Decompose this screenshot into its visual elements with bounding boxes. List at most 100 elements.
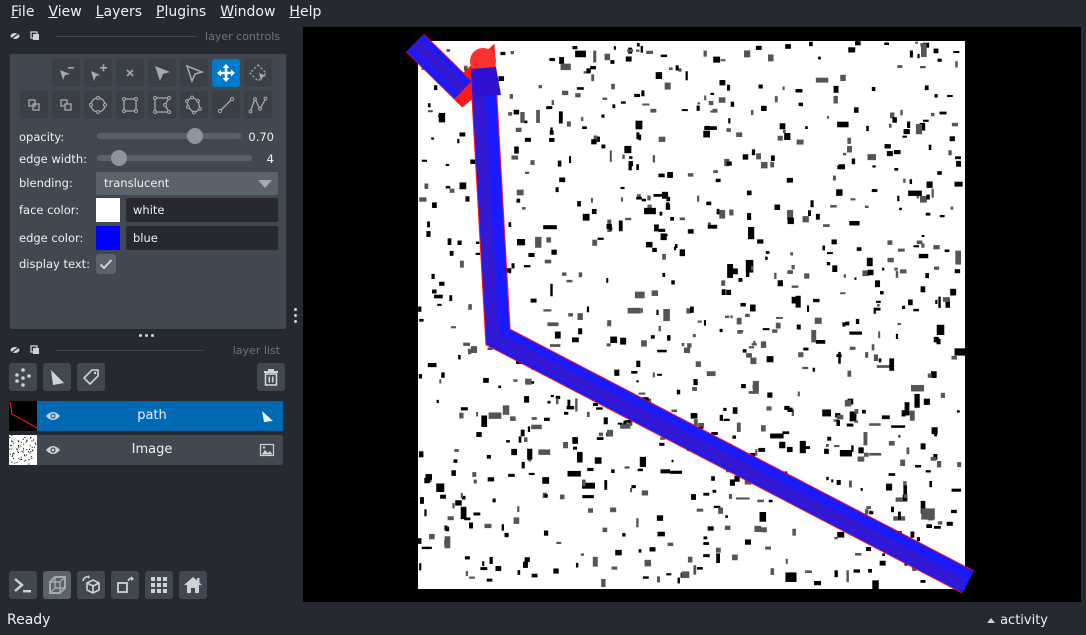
blending-dropdown[interactable]: translucent	[96, 172, 278, 195]
image-pixel-blot	[868, 568, 873, 573]
image-pixel-blot	[586, 68, 591, 73]
edge-color-input[interactable]: blue	[126, 226, 278, 250]
image-pixel-blot	[803, 347, 809, 351]
menu-window[interactable]: Window	[213, 4, 282, 20]
menu-view[interactable]: View	[41, 4, 88, 20]
face-color-input[interactable]: white	[126, 198, 278, 222]
pan-zoom-button[interactable]	[212, 59, 240, 87]
activity-button[interactable]: activity	[987, 613, 1048, 628]
new-shapes-layer-button[interactable]	[43, 363, 71, 391]
image-pixel-blot	[891, 506, 894, 513]
dock-splitter-handle[interactable]	[294, 308, 297, 323]
image-pixel-blot	[425, 546, 432, 550]
path-segment-join	[471, 67, 501, 97]
console-button[interactable]	[9, 571, 37, 599]
image-pixel-blot	[476, 411, 479, 417]
image-pixel-blot	[476, 432, 482, 437]
opacity-slider-handle[interactable]	[186, 128, 203, 144]
add-vertex-button[interactable]	[84, 59, 112, 87]
image-pixel-blot	[754, 525, 762, 532]
new-labels-layer-button[interactable]	[77, 363, 105, 391]
delete-layer-button[interactable]	[257, 363, 285, 391]
image-pixel-blot	[457, 138, 460, 144]
image-pixel-blot	[774, 272, 777, 279]
image-pixel-blot	[609, 150, 612, 162]
viewer-canvas[interactable]	[303, 27, 1081, 602]
image-pixel-blot	[752, 384, 756, 389]
opacity-slider[interactable]	[97, 133, 241, 139]
transpose-dims-button[interactable]	[111, 571, 139, 599]
add-line-button[interactable]	[212, 91, 240, 119]
image-pixel-blot	[939, 111, 947, 115]
image-pixel-blot	[727, 84, 731, 91]
image-pixel-blot	[758, 447, 766, 452]
face-color-swatch[interactable]	[96, 198, 120, 222]
image-pixel-blot	[691, 494, 696, 500]
image-pixel-blot	[824, 448, 829, 454]
image-pixel-blot	[558, 111, 563, 124]
display-text-checkbox[interactable]	[96, 254, 116, 274]
transform-button[interactable]	[244, 59, 272, 87]
remove-vertex-button[interactable]	[52, 59, 80, 87]
edge-color-swatch[interactable]	[96, 226, 120, 250]
image-pixel-blot	[695, 361, 701, 367]
image-pixel-blot	[528, 472, 535, 476]
grid-view-button[interactable]	[145, 571, 173, 599]
add-polygon-lasso-button[interactable]	[180, 91, 208, 119]
image-pixel-blot	[854, 409, 859, 414]
image-pixel-blot	[723, 418, 730, 421]
select-shapes-button[interactable]	[148, 59, 176, 87]
image-pixel-blot	[481, 415, 488, 428]
panel-splitter-handle[interactable]	[139, 334, 154, 337]
float-panel-icon[interactable]	[8, 344, 22, 356]
menu-help[interactable]: Help	[282, 4, 328, 20]
toggle-ndisplay-button[interactable]	[43, 571, 71, 599]
image-pixel-blot	[830, 205, 837, 208]
image-pixel-blot	[567, 470, 581, 477]
add-path-button[interactable]	[244, 91, 272, 119]
move-back-button[interactable]	[20, 91, 48, 119]
image-pixel-blot	[566, 405, 575, 410]
close-panel-icon[interactable]	[28, 344, 42, 356]
layer-row-path[interactable]: path	[9, 401, 283, 431]
image-pixel-blot	[622, 154, 625, 160]
close-panel-icon[interactable]	[28, 30, 42, 42]
image-pixel-blot	[750, 304, 756, 312]
image-pixel-blot	[615, 549, 622, 556]
image-pixel-blot	[834, 536, 838, 540]
move-front-button[interactable]	[52, 91, 80, 119]
image-pixel-blot	[864, 205, 869, 209]
image-pixel-blot	[606, 278, 609, 283]
image-pixel-blot	[947, 94, 953, 98]
image-pixel-blot	[917, 53, 920, 59]
image-pixel-blot	[572, 337, 579, 343]
delete-shape-button[interactable]	[116, 59, 144, 87]
add-ellipse-button[interactable]	[84, 91, 112, 119]
image-pixel-blot	[460, 506, 467, 520]
new-points-layer-button[interactable]	[9, 363, 37, 391]
image-pixel-blot	[860, 487, 863, 491]
image-pixel-blot	[818, 56, 821, 60]
menu-file[interactable]: File	[4, 4, 41, 20]
roll-dims-button[interactable]	[77, 571, 105, 599]
image-pixel-blot	[937, 521, 943, 525]
opacity-value: 0.70	[248, 130, 274, 144]
layer-row-image[interactable]: Image	[9, 435, 283, 465]
image-pixel-blot	[670, 470, 683, 474]
add-rectangle-button[interactable]	[116, 91, 144, 119]
menu-plugins[interactable]: Plugins	[149, 4, 213, 20]
trash-icon	[264, 369, 278, 386]
menu-layers[interactable]: Layers	[89, 4, 149, 20]
image-pixel-blot	[679, 249, 686, 257]
image-pixel-blot	[954, 181, 963, 187]
image-pixel-blot	[904, 411, 910, 416]
image-pixel-blot	[440, 494, 446, 499]
image-pixel-blot	[582, 495, 594, 499]
select-vertices-button[interactable]	[180, 59, 208, 87]
reset-view-button[interactable]	[179, 571, 207, 599]
image-pixel-blot	[611, 566, 618, 570]
float-panel-icon[interactable]	[8, 30, 22, 42]
layer-name: path	[137, 408, 167, 423]
add-polygon-button[interactable]	[148, 91, 176, 119]
edge-width-slider-handle[interactable]	[110, 150, 127, 166]
